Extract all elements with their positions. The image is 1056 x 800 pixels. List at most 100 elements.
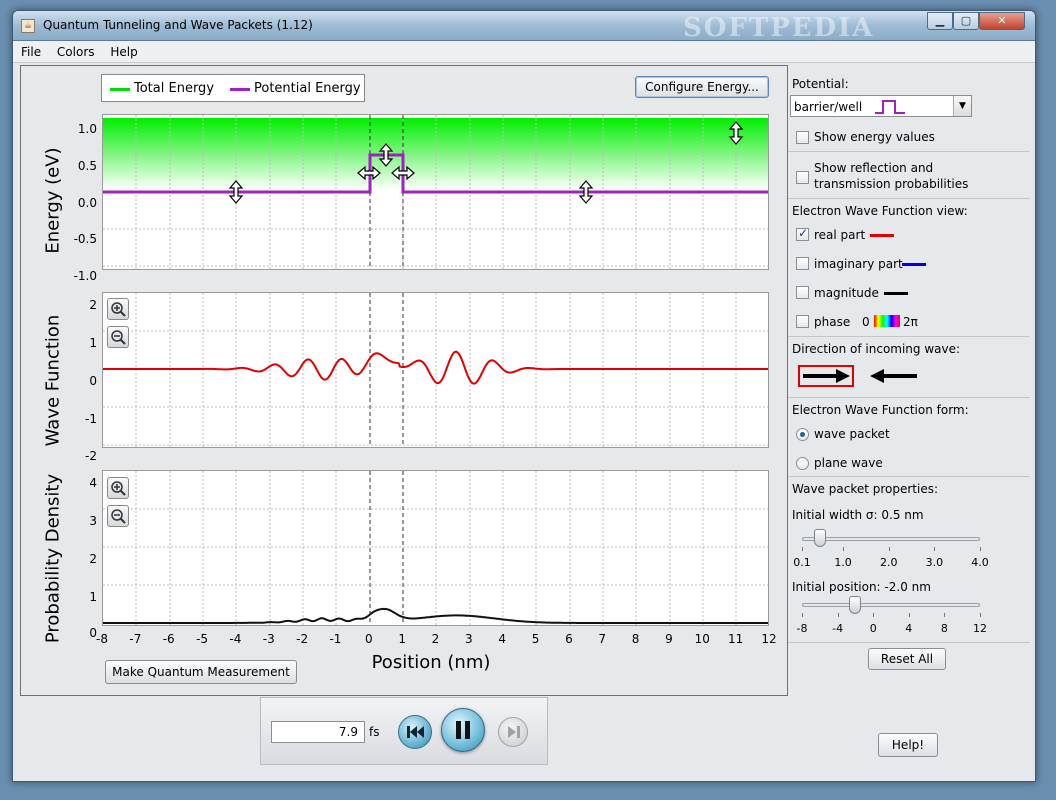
close-button[interactable]: ✕ xyxy=(979,12,1025,30)
prob-tick: 1 xyxy=(89,590,97,604)
zoom-out-button[interactable] xyxy=(107,505,129,527)
zoom-in-button[interactable] xyxy=(107,477,129,499)
window-title: Quantum Tunneling and Wave Packets (1.12… xyxy=(43,18,313,32)
slider-tick-mark xyxy=(837,613,839,617)
energy-tick: -1.0 xyxy=(73,269,97,283)
zoom-out-icon xyxy=(111,509,126,524)
position-axis-label: Position (nm) xyxy=(371,652,491,673)
position-tick-label: -8 xyxy=(796,622,808,635)
wave-tick: -1 xyxy=(85,412,97,426)
menu-file[interactable]: File xyxy=(13,41,45,59)
wave-function-plot[interactable] xyxy=(102,292,769,448)
energy-legend: Total Energy Potential Energy xyxy=(101,74,365,102)
show-reflection-checkbox[interactable] xyxy=(796,171,809,184)
chevron-down-icon[interactable]: ▼ xyxy=(953,96,971,116)
help-button[interactable]: Help! xyxy=(878,733,938,757)
position-tick: 6 xyxy=(565,632,573,646)
wave-tick: 0 xyxy=(89,374,97,388)
slider-tick-mark xyxy=(934,547,936,551)
time-unit: fs xyxy=(369,725,380,739)
position-tick: 8 xyxy=(631,632,640,646)
zoom-out-button[interactable] xyxy=(107,326,129,348)
phase-label: phase xyxy=(814,315,851,329)
slider-tick-mark xyxy=(944,613,946,617)
arrow-right-icon xyxy=(803,369,850,383)
direction-label: Direction of incoming wave: xyxy=(792,342,961,356)
time-field[interactable]: 7.9 xyxy=(271,721,365,743)
show-energy-label: Show energy values xyxy=(814,130,935,144)
position-tick: 9 xyxy=(665,632,673,646)
direction-left-button[interactable] xyxy=(868,367,924,387)
app-window: ☕ Quantum Tunneling and Wave Packets (1.… xyxy=(12,10,1036,782)
plane-wave-label: plane wave xyxy=(814,456,883,470)
width-tick-label: 2.0 xyxy=(879,556,898,569)
position-tick-label: 4 xyxy=(905,622,913,635)
wave-view-section: Electron Wave Function view: ✓ real part… xyxy=(788,198,1030,336)
minimize-button[interactable]: ▁ xyxy=(927,12,953,30)
menu-bar: File Colors Help xyxy=(13,41,1035,63)
real-part-swatch xyxy=(870,234,894,237)
menu-colors[interactable]: Colors xyxy=(49,41,99,59)
form-label: Electron Wave Function form: xyxy=(792,403,969,417)
position-tick-label: 8 xyxy=(940,622,948,635)
width-tick-label: 3.0 xyxy=(925,556,944,569)
position-tick-label: 0 xyxy=(869,622,877,635)
wf-view-label: Electron Wave Function view: xyxy=(792,204,968,218)
plane-wave-radio[interactable] xyxy=(796,457,809,470)
menu-help[interactable]: Help xyxy=(102,41,141,59)
java-app-icon: ☕ xyxy=(21,19,35,33)
title-bar: ☕ Quantum Tunneling and Wave Packets (1.… xyxy=(13,11,1035,43)
packet-props-label: Wave packet properties: xyxy=(792,482,939,496)
make-measurement-button[interactable]: Make Quantum Measurement xyxy=(105,660,297,684)
position-label: Initial position: -2.0 nm xyxy=(792,580,931,594)
slider-tick-mark xyxy=(802,547,803,551)
direction-section: Direction of incoming wave: xyxy=(788,336,1030,397)
slider-tick-mark xyxy=(980,613,981,617)
position-tick: -3 xyxy=(262,632,275,646)
position-tick: 2 xyxy=(431,632,440,646)
slider-tick-mark xyxy=(843,547,845,551)
imaginary-part-checkbox[interactable] xyxy=(796,257,809,270)
maximize-button[interactable]: ▢ xyxy=(953,12,979,30)
legend-potential-energy: Potential Energy xyxy=(254,81,361,96)
width-slider-thumb[interactable] xyxy=(814,529,827,547)
position-tick-label: -4 xyxy=(832,622,844,635)
zoom-in-icon xyxy=(111,302,126,317)
slider-tick-mark xyxy=(888,547,890,551)
potential-select[interactable]: barrier/well ▼ xyxy=(790,95,972,117)
magnitude-checkbox[interactable] xyxy=(796,286,809,299)
step-forward-button[interactable] xyxy=(498,717,528,747)
position-tick: -4 xyxy=(229,632,242,646)
playback-controls: 7.9 fs xyxy=(260,697,548,765)
prob-tick: 2 xyxy=(89,552,97,566)
position-slider-thumb[interactable] xyxy=(849,596,862,614)
zoom-in-icon xyxy=(111,481,126,496)
phase-checkbox[interactable] xyxy=(796,315,809,328)
slider-tick-mark xyxy=(908,613,910,617)
phase-color-scale xyxy=(874,315,900,327)
zoom-in-button[interactable] xyxy=(107,298,129,320)
position-tick: -6 xyxy=(162,632,175,646)
wave-tick: 1 xyxy=(89,336,97,350)
potential-select-value: barrier/well xyxy=(794,100,863,114)
energy-tick: -0.5 xyxy=(73,232,97,246)
energy-plot[interactable] xyxy=(102,114,769,270)
reset-all-button[interactable]: Reset All xyxy=(868,648,946,670)
width-tick-label: 4.0 xyxy=(971,556,989,569)
reset-section: Reset All xyxy=(788,642,1030,682)
potential-energy-swatch xyxy=(230,88,250,91)
potential-label: Potential: xyxy=(792,77,849,91)
position-tick: 4 xyxy=(498,632,506,646)
rewind-button[interactable] xyxy=(398,715,432,749)
phase-min-label: 0 xyxy=(862,315,870,329)
probability-density-plot[interactable] xyxy=(102,470,769,626)
show-energy-checkbox[interactable] xyxy=(796,131,809,144)
direction-right-button[interactable] xyxy=(798,365,854,387)
real-part-checkbox[interactable]: ✓ xyxy=(796,226,809,241)
wave-packet-radio[interactable] xyxy=(796,428,809,441)
pause-button[interactable] xyxy=(441,708,485,752)
position-tick: 3 xyxy=(465,632,473,646)
configure-energy-button[interactable]: Configure Energy... xyxy=(635,76,769,98)
phase-max-label: 2π xyxy=(903,315,918,329)
energy-tick: 0.5 xyxy=(77,159,97,173)
